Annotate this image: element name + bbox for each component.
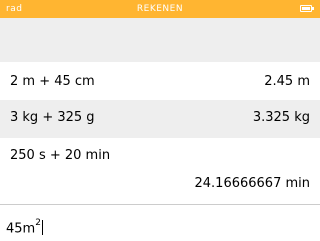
expression-input[interactable]: 45m2: [0, 204, 320, 241]
status-bar: rad REKENEN: [0, 0, 320, 18]
app-title: REKENEN: [136, 4, 184, 14]
history-row[interactable]: 3 kg + 325 g 3.325 kg: [0, 100, 320, 138]
input-value: 45m: [6, 221, 36, 237]
battery-icon: [300, 5, 314, 12]
text-cursor: [41, 220, 43, 236]
history-expression: 250 s + 20 min: [10, 148, 111, 163]
input-exponent: 2: [35, 218, 41, 228]
history-expression: 2 m + 45 cm: [10, 74, 95, 89]
history-result: 2.45 m: [264, 74, 310, 89]
history-result: 24.16666667 min: [194, 176, 311, 191]
history-expression: 3 kg + 325 g: [10, 110, 95, 125]
history-row[interactable]: 250 s + 20 min 24.16666667 min: [0, 138, 320, 204]
input-text: 45m2: [6, 218, 43, 237]
history-result: 3.325 kg: [252, 110, 310, 125]
history-row[interactable]: 2 m + 45 cm 2.45 m: [0, 62, 320, 100]
history-blank-row: [0, 18, 320, 62]
